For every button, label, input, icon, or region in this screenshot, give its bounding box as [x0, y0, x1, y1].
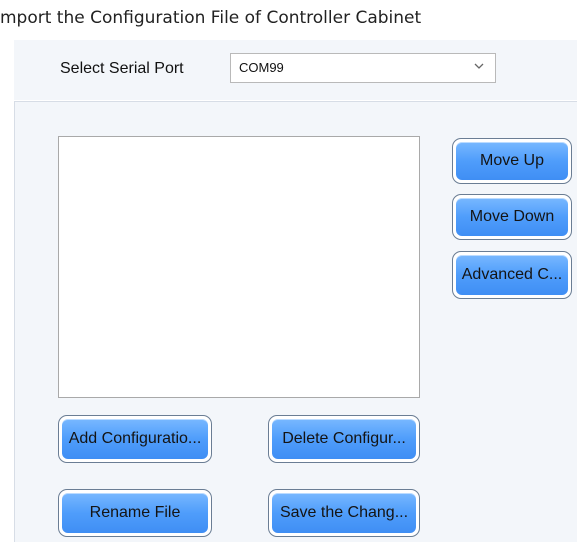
- save-changes-button[interactable]: Save the Chang...: [268, 489, 420, 537]
- move-up-button[interactable]: Move Up: [452, 138, 572, 184]
- move-down-label: Move Down: [469, 208, 555, 225]
- save-changes-label: Save the Chang...: [279, 504, 409, 521]
- serial-port-label: Select Serial Port: [60, 60, 184, 77]
- delete-configuration-button[interactable]: Delete Configur...: [268, 415, 420, 463]
- add-configuration-button[interactable]: Add Configuratio...: [58, 415, 212, 463]
- config-file-list[interactable]: [58, 136, 420, 398]
- rename-file-label: Rename File: [89, 504, 181, 521]
- move-down-button[interactable]: Move Down: [452, 194, 572, 240]
- dialog: mport the Configuration File of Controll…: [0, 0, 577, 542]
- serial-port-select[interactable]: COM99: [230, 53, 496, 83]
- advanced-config-label: Advanced C...: [461, 266, 563, 283]
- chevron-down-icon: [474, 63, 484, 69]
- add-configuration-label: Add Configuratio...: [68, 430, 202, 447]
- rename-file-button[interactable]: Rename File: [58, 489, 212, 537]
- delete-configuration-label: Delete Configur...: [282, 430, 406, 447]
- dialog-title: mport the Configuration File of Controll…: [0, 8, 422, 28]
- serial-port-value: COM99: [239, 60, 284, 75]
- advanced-config-button[interactable]: Advanced C...: [452, 251, 572, 299]
- move-up-label: Move Up: [479, 152, 545, 169]
